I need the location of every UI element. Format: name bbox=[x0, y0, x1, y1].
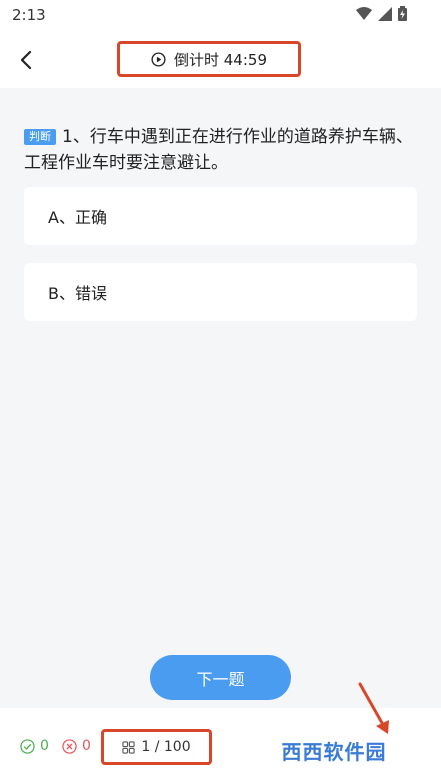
option-label: B、错误 bbox=[48, 284, 107, 303]
question-text: 1、行车中遇到正在进行作业的道路养护车辆、工程作业车时要注意避让。 bbox=[24, 127, 413, 173]
status-bar: 2:13 bbox=[0, 0, 441, 32]
option-a[interactable]: A、正确 bbox=[24, 187, 417, 245]
grid-icon bbox=[122, 740, 136, 754]
wrong-count-value: 0 bbox=[82, 738, 91, 754]
status-icons bbox=[356, 6, 407, 25]
timer-text: 倒计时 44:59 bbox=[174, 50, 267, 69]
question-stem: 判断 1、行车中遇到正在进行作业的道路养护车辆、工程作业车时要注意避让。 bbox=[24, 124, 424, 176]
chevron-left-icon bbox=[20, 50, 32, 70]
question-area: 判断 1、行车中遇到正在进行作业的道路养护车辆、工程作业车时要注意避让。 A、正确… bbox=[0, 88, 441, 708]
x-circle-icon bbox=[62, 738, 77, 754]
back-button[interactable] bbox=[14, 46, 38, 74]
play-circle-icon bbox=[151, 51, 166, 67]
wrong-count: 0 bbox=[62, 738, 91, 754]
question-type-badge: 判断 bbox=[24, 129, 56, 145]
status-time: 2:13 bbox=[12, 6, 46, 24]
check-circle-icon bbox=[20, 738, 35, 754]
option-b[interactable]: B、错误 bbox=[24, 263, 417, 321]
battery-icon bbox=[398, 6, 407, 25]
correct-count: 0 bbox=[20, 738, 49, 754]
wifi-icon bbox=[356, 6, 372, 25]
countdown-timer: 倒计时 44:59 bbox=[117, 41, 301, 77]
correct-count-value: 0 bbox=[40, 738, 49, 754]
option-label: A、正确 bbox=[48, 208, 107, 227]
question-progress-button[interactable]: 1 / 100 bbox=[101, 729, 212, 765]
next-question-button[interactable]: 下一题 bbox=[150, 655, 291, 700]
header: 倒计时 44:59 bbox=[0, 32, 441, 88]
progress-text: 1 / 100 bbox=[141, 739, 191, 755]
annotation-arrow-icon bbox=[358, 682, 389, 734]
signal-icon bbox=[378, 6, 392, 25]
